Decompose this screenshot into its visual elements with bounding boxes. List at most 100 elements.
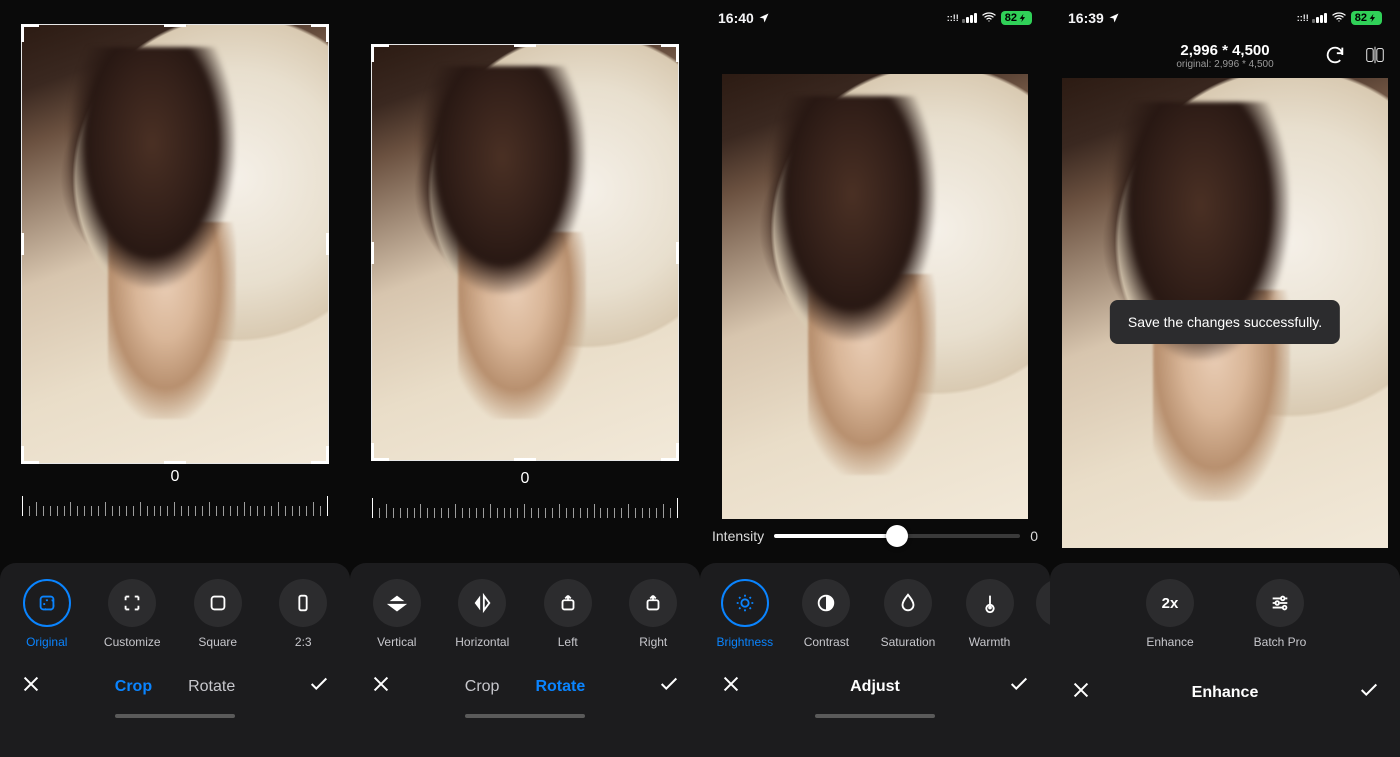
crop-option-original[interactable]: Original bbox=[12, 579, 82, 649]
compare-icon bbox=[1364, 44, 1386, 66]
home-indicator[interactable] bbox=[115, 714, 235, 718]
bottom-bar: Enhance bbox=[1050, 679, 1400, 710]
crop-handle-br[interactable] bbox=[661, 443, 679, 461]
battery-value: 82 bbox=[1005, 12, 1017, 24]
crop-option-2-3[interactable]: 2:3 bbox=[268, 579, 338, 649]
enhance-option-label: Batch Pro bbox=[1254, 635, 1307, 649]
crop-frame[interactable] bbox=[372, 45, 678, 460]
flip-horizontal-icon bbox=[458, 579, 506, 627]
crop-handle-bl[interactable] bbox=[371, 443, 389, 461]
location-icon bbox=[1108, 12, 1120, 24]
save-toast: Save the changes successfully. bbox=[1110, 300, 1340, 344]
mode-tabs: Crop Rotate bbox=[465, 678, 585, 696]
status-time: 16:40 bbox=[718, 10, 754, 26]
home-indicator[interactable] bbox=[815, 714, 935, 718]
square-icon bbox=[194, 579, 242, 627]
original-icon bbox=[23, 579, 71, 627]
rotation-ruler[interactable] bbox=[22, 492, 328, 516]
rotate-option-label: Horizontal bbox=[455, 635, 509, 649]
crop-handle-bottom[interactable] bbox=[514, 458, 536, 461]
adjust-option-sharpness[interactable]: S bbox=[1036, 579, 1050, 649]
rotate-option-horizontal[interactable]: Horizontal bbox=[447, 579, 517, 649]
tab-crop[interactable]: Crop bbox=[465, 678, 500, 696]
tool-tray: Brightness Contrast Saturation Warmth bbox=[700, 563, 1050, 757]
panel-title: Enhance bbox=[1192, 684, 1259, 702]
image-preview bbox=[22, 25, 328, 463]
adjust-option-contrast[interactable]: Contrast bbox=[791, 579, 861, 649]
compare-button[interactable] bbox=[1364, 44, 1386, 71]
rotate-option-right[interactable]: Right bbox=[618, 579, 688, 649]
header-actions bbox=[1324, 44, 1386, 71]
cancel-button[interactable] bbox=[20, 673, 42, 700]
adjust-option-warmth[interactable]: Warmth bbox=[955, 579, 1025, 649]
crop-handle-tl[interactable] bbox=[371, 44, 389, 62]
bottom-bar: Crop Rotate bbox=[0, 673, 350, 704]
rotation-ruler[interactable] bbox=[372, 494, 678, 518]
adjust-options[interactable]: Brightness Contrast Saturation Warmth bbox=[700, 579, 1050, 649]
adjust-option-label: Warmth bbox=[969, 635, 1011, 649]
crop-option-customize[interactable]: Customize bbox=[97, 579, 167, 649]
rotate-option-vertical[interactable]: Vertical bbox=[362, 579, 432, 649]
check-icon bbox=[658, 673, 680, 695]
crop-option-label: Customize bbox=[104, 635, 161, 649]
crop-option-square[interactable]: Square bbox=[183, 579, 253, 649]
slider-thumb[interactable] bbox=[886, 525, 908, 547]
mode-tabs: Crop Rotate bbox=[115, 678, 235, 696]
rotate-left-icon bbox=[544, 579, 592, 627]
rotate-option-left[interactable]: Left bbox=[533, 579, 603, 649]
enhance-option-batch[interactable]: Batch Pro bbox=[1245, 579, 1315, 649]
intensity-slider[interactable] bbox=[774, 534, 1020, 538]
saturation-icon bbox=[884, 579, 932, 627]
intensity-slider-row: Intensity 0 bbox=[712, 528, 1038, 544]
signal-icon: ::!! bbox=[947, 13, 977, 23]
crop-handle-right[interactable] bbox=[326, 233, 329, 255]
rotate-option-label: Left bbox=[558, 635, 578, 649]
crop-handle-left[interactable] bbox=[21, 233, 24, 255]
crop-handle-right[interactable] bbox=[676, 242, 679, 264]
crop-option-label: 2:3 bbox=[295, 635, 312, 649]
rotate-option-label: Vertical bbox=[377, 635, 416, 649]
confirm-button[interactable] bbox=[658, 673, 680, 700]
crop-handle-tr[interactable] bbox=[661, 44, 679, 62]
confirm-button[interactable] bbox=[1358, 679, 1380, 706]
crop-handle-top[interactable] bbox=[164, 24, 186, 27]
adjust-option-saturation[interactable]: Saturation bbox=[873, 579, 943, 649]
crop-handle-br[interactable] bbox=[311, 446, 329, 464]
home-indicator[interactable] bbox=[465, 714, 585, 718]
crop-handle-bl[interactable] bbox=[21, 446, 39, 464]
adjust-option-brightness[interactable]: Brightness bbox=[710, 579, 780, 649]
enhance-option-label: Enhance bbox=[1146, 635, 1193, 649]
crop-handle-left[interactable] bbox=[371, 242, 374, 264]
rotate-option-label: Right bbox=[639, 635, 667, 649]
crop-handle-top[interactable] bbox=[514, 44, 536, 47]
crop-frame[interactable] bbox=[22, 25, 328, 463]
slider-label: Intensity bbox=[712, 528, 764, 544]
image-preview bbox=[372, 45, 678, 460]
contrast-icon bbox=[802, 579, 850, 627]
tool-tray: Vertical Horizontal Left Right bbox=[350, 563, 700, 757]
enhance-option-2x[interactable]: 2x Enhance bbox=[1135, 579, 1205, 649]
customize-icon bbox=[108, 579, 156, 627]
crop-handle-bottom[interactable] bbox=[164, 461, 186, 464]
crop-handle-tr[interactable] bbox=[311, 24, 329, 42]
cancel-button[interactable] bbox=[370, 673, 392, 700]
confirm-button[interactable] bbox=[308, 673, 330, 700]
confirm-button[interactable] bbox=[1008, 673, 1030, 700]
cancel-button[interactable] bbox=[1070, 679, 1092, 706]
crop-options: Original Customize Square 2:3 bbox=[0, 579, 350, 649]
tab-crop[interactable]: Crop bbox=[115, 678, 152, 696]
rotate-right-icon bbox=[629, 579, 677, 627]
image-area[interactable] bbox=[722, 74, 1028, 519]
wifi-icon bbox=[981, 9, 997, 28]
tab-rotate[interactable]: Rotate bbox=[188, 678, 235, 696]
crop-handle-tl[interactable] bbox=[21, 24, 39, 42]
brightness-icon bbox=[721, 579, 769, 627]
reset-button[interactable] bbox=[1324, 44, 1346, 71]
panel-rotate: 0 Vertical Horizontal Left bbox=[350, 0, 700, 757]
panel-title: Adjust bbox=[850, 678, 900, 696]
location-icon bbox=[758, 12, 770, 24]
bottom-bar: Crop Rotate bbox=[350, 673, 700, 704]
tab-rotate[interactable]: Rotate bbox=[535, 678, 585, 696]
cancel-button[interactable] bbox=[720, 673, 742, 700]
battery-value: 82 bbox=[1355, 12, 1367, 24]
